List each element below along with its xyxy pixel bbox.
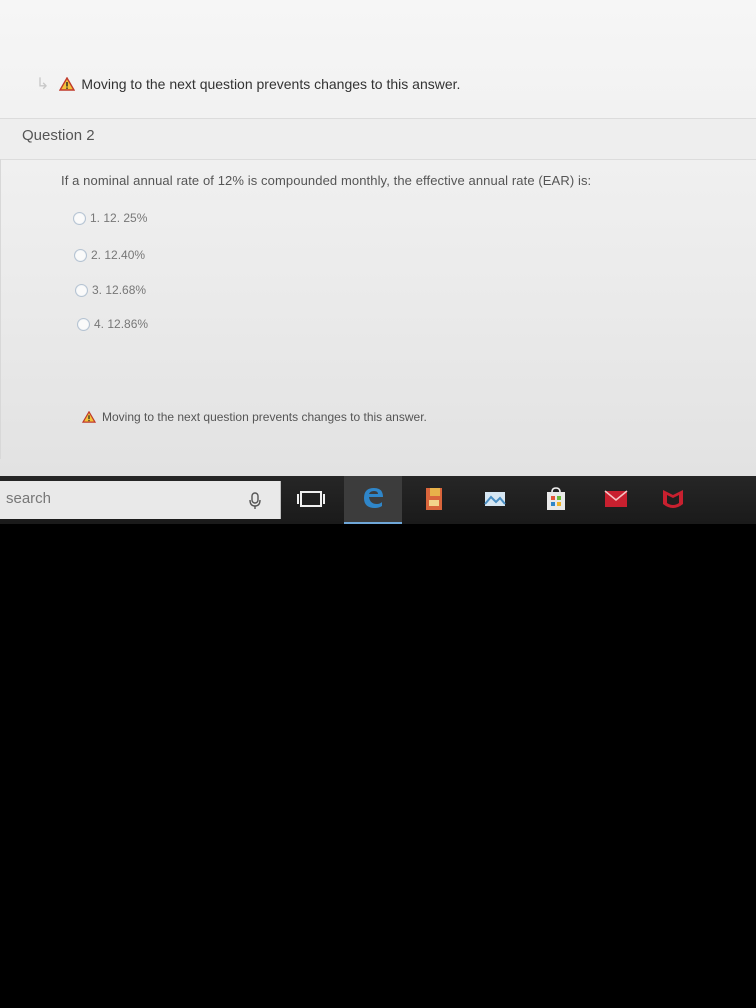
answer-option-1[interactable]: 1. 12. 25% [73, 211, 147, 225]
answer-option-4[interactable]: 4. 12.86% [77, 317, 148, 331]
browser-page: ↳ Moving to the next question prevents c… [0, 0, 756, 478]
top-warning-text: Moving to the next question prevents cha… [81, 76, 461, 92]
question-title: Question 2 [22, 127, 95, 144]
answer-option-2-label: 2. 12.40% [91, 248, 146, 262]
answer-option-3[interactable]: 3. 12.68% [75, 283, 146, 297]
taskbar-search-box[interactable]: search [0, 481, 281, 519]
windows-taskbar: search [0, 476, 756, 524]
warning-icon [82, 411, 96, 423]
answer-option-3-radio[interactable] [75, 283, 88, 297]
task-view-icon[interactable] [296, 484, 326, 514]
question-header: Question 2 [0, 118, 756, 160]
mcafee-icon[interactable] [658, 484, 688, 514]
question-text: If a nominal annual rate of 12% is compo… [61, 173, 592, 188]
bottom-warning-message: Moving to the next question prevents cha… [82, 410, 427, 424]
answer-option-4-radio[interactable] [77, 317, 90, 331]
top-warning-message: ↳ Moving to the next question prevents c… [36, 74, 460, 94]
photos-icon[interactable] [480, 484, 510, 514]
screen-dark-area [0, 524, 756, 1008]
bottom-warning-text: Moving to the next question prevents cha… [102, 410, 427, 424]
back-arrow-icon[interactable]: ↳ [36, 74, 49, 94]
answer-option-1-radio[interactable] [73, 211, 86, 225]
edge-taskbar-slot[interactable] [344, 476, 402, 524]
answer-option-2[interactable]: 2. 12.40% [74, 248, 145, 262]
warning-icon [59, 77, 76, 91]
mail-icon[interactable] [601, 484, 631, 514]
microphone-icon[interactable] [248, 492, 262, 510]
search-placeholder: search [6, 490, 52, 507]
store-icon[interactable] [541, 484, 571, 514]
answer-option-4-label: 4. 12.86% [94, 317, 149, 331]
file-explorer-icon[interactable] [420, 484, 450, 514]
answer-option-1-label: 1. 12. 25% [90, 211, 148, 225]
answer-option-3-label: 3. 12.68% [92, 283, 147, 297]
edge-icon[interactable] [358, 482, 388, 512]
answer-option-2-radio[interactable] [74, 248, 87, 262]
